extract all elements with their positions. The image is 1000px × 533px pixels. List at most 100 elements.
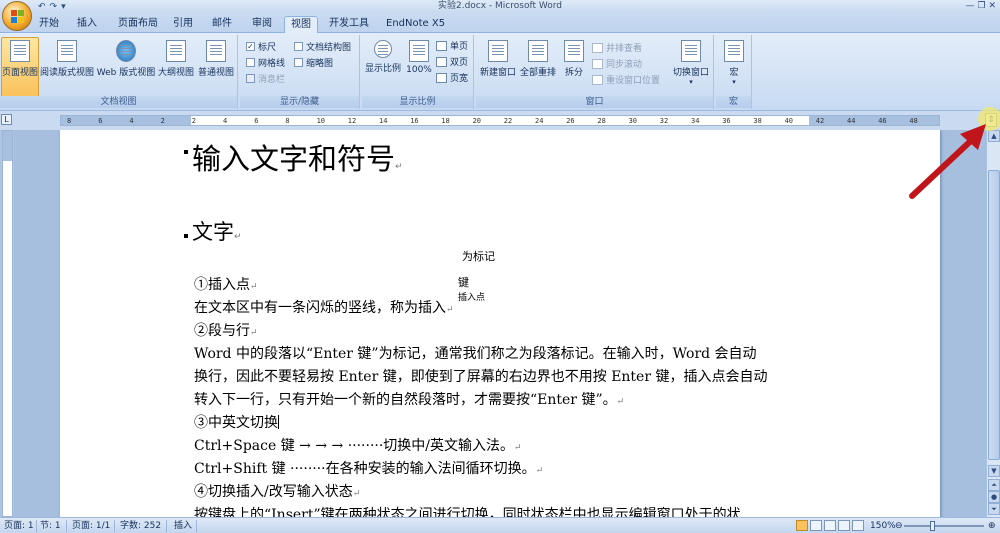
tab-mailings[interactable]: 邮件 <box>206 16 238 33</box>
zoom-100-label: 100% <box>406 65 432 75</box>
doc-line-4: Word 中的段落以“Enter 键”为标记，通常我们称之为段落标记。在输入时，… <box>194 346 757 362</box>
outline-label: 大纲视图 <box>157 68 194 78</box>
sync-scroll-button: 同步滚动 <box>592 57 642 70</box>
one-page-button[interactable]: 单页 <box>436 39 468 52</box>
ruler-tick-label: 34 <box>691 117 700 125</box>
zoom-in-icon[interactable]: ⊕ <box>986 520 998 532</box>
arrange-all-label: 全部重排 <box>519 68 556 78</box>
outline-button[interactable]: 大纲视图 <box>157 37 195 78</box>
side-by-side-icon <box>592 42 603 53</box>
web-layout-button[interactable]: Web 版式视图 <box>96 37 156 78</box>
vertical-scrollbar[interactable]: ▲ ▼ ⏶ ● ⏷ <box>986 130 1000 517</box>
tab-selector-icon[interactable]: L <box>1 114 12 125</box>
macros-button[interactable]: 宏 ▾ <box>720 37 748 86</box>
zoom-button[interactable]: 显示比例 <box>364 37 402 74</box>
watermark-url: jingyan.baidu.com <box>820 494 913 505</box>
new-window-label: 新建窗口 <box>479 68 516 78</box>
new-window-button[interactable]: 新建窗口 <box>478 37 518 78</box>
page-width-button[interactable]: 页宽 <box>436 71 468 84</box>
ruler-tick-label: 10 <box>316 117 326 125</box>
message-bar-checkbox: 消息栏 <box>246 72 285 85</box>
doc-line-6: 转入下一行，只有开始一个新的自然段落时，才需要按“Enter 键”。↵ <box>194 392 625 408</box>
view-side-by-side-button: 并排查看 <box>592 41 642 54</box>
chevron-down-icon: ▾ <box>689 78 693 86</box>
office-button[interactable] <box>2 1 32 31</box>
group-show-hide: ✓ 标尺 文档结构图 网格线 缩略图 消息栏 显示/隐藏 <box>240 35 360 109</box>
zoom-out-icon[interactable]: ⊖ <box>893 520 905 532</box>
side-by-side-label: 并排查看 <box>606 44 643 54</box>
ruler-tick-label: 26 <box>566 117 575 125</box>
group-label-show-hide: 显示/隐藏 <box>240 96 359 108</box>
doc-line-10: ④切换插入/改写输入状态↵ <box>194 484 361 500</box>
doc-line-7: ③中英文切换 <box>194 415 279 431</box>
scroll-down-icon[interactable]: ▼ <box>988 465 1000 477</box>
status-draft-icon[interactable] <box>852 520 864 531</box>
status-outline-icon[interactable] <box>838 520 850 531</box>
tab-view[interactable]: 视图 <box>284 16 318 33</box>
watermark-text: Bai 经验 <box>806 454 930 489</box>
thumbnails-checkbox[interactable]: 缩略图 <box>294 56 333 69</box>
one-page-label: 单页 <box>450 42 469 52</box>
tab-endnote[interactable]: EndNote X5 <box>380 16 451 33</box>
arrange-all-button[interactable]: 全部重排 <box>518 37 558 78</box>
tab-developer[interactable]: 开发工具 <box>323 16 375 33</box>
group-label-document-views: 文档视图 <box>0 96 237 108</box>
tab-insert[interactable]: 插入 <box>71 16 103 33</box>
ruler-tick-label: 36 <box>722 117 731 125</box>
gridlines-checkbox[interactable]: 网格线 <box>246 56 285 69</box>
next-page-icon[interactable]: ⏷ <box>988 503 1000 515</box>
heading-1-text: 输入文字和符号 <box>192 142 396 176</box>
print-layout-button[interactable]: 页面视图 <box>1 37 39 97</box>
status-reading-layout-icon[interactable] <box>810 520 822 531</box>
page-width-icon <box>436 72 447 83</box>
view-ruler-toggle-icon[interactable]: ⇕ <box>985 113 997 127</box>
status-insert-mode[interactable]: 插入 <box>172 520 194 532</box>
horizontal-ruler[interactable]: 8 6 4 2 2 4 6 8 10 12 14 16 18 20 22 24 26 28 30 32 34 36 38 40… <box>60 115 940 126</box>
two-pages-button[interactable]: 双页 <box>436 55 468 68</box>
select-browse-object-icon[interactable]: ● <box>988 491 1000 503</box>
new-window-icon <box>488 40 508 62</box>
ruler-row: L 8 6 4 2 2 4 6 8 10 12 14 16 18 20 22 24 26 28 30 32 34 36 38… <box>0 111 1000 130</box>
checkbox-icon <box>294 42 303 51</box>
heading-2-text: 文字 <box>192 220 234 244</box>
zoom-100-button[interactable]: 100% <box>404 37 434 75</box>
tab-review[interactable]: 审阅 <box>246 16 278 33</box>
status-pages[interactable]: 页面: 1/1 <box>70 520 112 532</box>
tab-page-layout[interactable]: 页面布局 <box>112 16 164 33</box>
thumbnails-label: 缩略图 <box>306 59 334 69</box>
checkbox-icon <box>294 58 303 67</box>
switch-windows-button[interactable]: 切换窗口 ▾ <box>670 37 712 86</box>
reading-layout-button[interactable]: 阅读版式视图 <box>40 37 94 78</box>
ruler-tick-label: 6 <box>98 117 103 125</box>
window-controls[interactable]: — ❐ ✕ <box>966 0 996 13</box>
ruler-tick-label: 44 <box>847 117 856 125</box>
scroll-up-icon[interactable]: ▲ <box>988 130 1000 142</box>
ruler-checkbox[interactable]: ✓ 标尺 <box>246 40 276 53</box>
ruler-tick-label: 4 <box>129 117 134 125</box>
zoom-slider[interactable] <box>904 525 984 527</box>
status-section[interactable]: 节: 1 <box>38 520 63 532</box>
document-map-checkbox[interactable]: 文档结构图 <box>294 40 351 53</box>
status-print-layout-icon[interactable] <box>796 520 808 531</box>
draft-label: 普通视图 <box>197 68 234 78</box>
paragraph-mark-icon: ↵ <box>395 162 403 172</box>
checkbox-icon <box>246 58 255 67</box>
ime-fragment-insert: 插入点 <box>458 293 486 303</box>
status-page[interactable]: 页面: 1 <box>2 520 36 532</box>
ruler-tick-label: 48 <box>909 117 918 125</box>
ruler-tick-label: 24 <box>535 117 544 125</box>
scrollbar-thumb[interactable] <box>988 170 1000 460</box>
zoom-slider-knob[interactable] <box>930 521 935 531</box>
draft-button[interactable]: 普通视图 <box>196 37 236 78</box>
split-button[interactable]: 拆分 <box>560 37 588 78</box>
tab-references[interactable]: 引用 <box>167 16 199 33</box>
vertical-ruler[interactable] <box>2 130 13 517</box>
group-label-macros: 宏 <box>716 96 751 108</box>
page-width-label: 页宽 <box>450 74 469 84</box>
previous-page-icon[interactable]: ⏶ <box>988 479 1000 491</box>
status-word-count[interactable]: 字数: 252 <box>118 520 163 532</box>
reset-window-label: 重设窗口位置 <box>606 76 661 86</box>
doc-line-8: Ctrl+Space 键 → → → ········切换中/英文输入法。↵ <box>194 438 522 454</box>
status-web-layout-icon[interactable] <box>824 520 836 531</box>
tab-home[interactable]: 开始 <box>33 16 65 33</box>
